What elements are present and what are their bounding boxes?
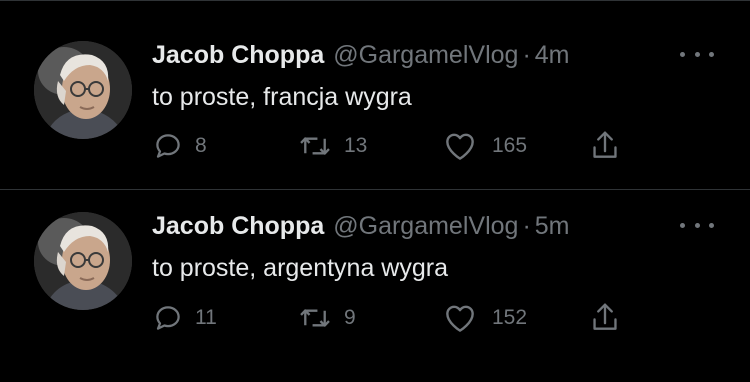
author-name[interactable]: Jacob Choppa [152,41,324,70]
like-button[interactable]: 165 [444,131,527,161]
reply-icon [156,134,180,158]
tweet-header: Jacob Choppa @GargamelVlog · 5m [152,212,570,244]
share-button[interactable] [591,301,619,333]
avatar-image [34,212,132,310]
tweet-header: Jacob Choppa @GargamelVlog · 4m [152,41,570,73]
tweet-text: to proste, francja wygra [152,83,412,111]
share-icon [593,131,617,158]
retweet-count: 13 [344,134,368,157]
share-icon [593,303,617,330]
reply-count: 11 [195,306,217,329]
retweet-button[interactable]: 9 [298,303,356,333]
retweet-count: 9 [344,306,356,329]
like-button[interactable]: 152 [444,303,527,333]
retweet-icon [300,309,330,327]
like-count: 152 [492,306,528,329]
tweet-feed: Jacob Choppa @GargamelVlog · 4m to prost… [0,0,750,382]
timestamp[interactable]: 5m [535,212,570,241]
like-count: 165 [492,134,528,157]
reply-button[interactable]: 8 [153,131,207,161]
retweet-icon [300,137,330,155]
more-options-icon[interactable] [680,215,714,235]
reply-count: 8 [195,134,207,157]
separator-dot: · [522,212,531,240]
avatar[interactable] [34,212,132,310]
reply-icon [156,306,180,330]
heart-icon [446,305,474,332]
share-button[interactable] [591,129,619,161]
avatar[interactable] [34,41,132,139]
tweet[interactable]: Jacob Choppa @GargamelVlog · 4m to prost… [0,1,750,191]
avatar-image [34,41,132,139]
retweet-button[interactable]: 13 [298,131,367,161]
more-options-icon[interactable] [680,44,714,64]
tweet-text: to proste, argentyna wygra [152,254,448,282]
tweet[interactable]: Jacob Choppa @GargamelVlog · 5m to prost… [0,190,750,380]
author-handle[interactable]: @GargamelVlog [333,212,518,241]
separator-dot: · [522,41,531,69]
reply-button[interactable]: 11 [153,303,217,333]
heart-icon [446,133,474,160]
author-name[interactable]: Jacob Choppa [152,212,324,241]
author-handle[interactable]: @GargamelVlog [333,41,518,70]
timestamp[interactable]: 4m [535,41,570,70]
